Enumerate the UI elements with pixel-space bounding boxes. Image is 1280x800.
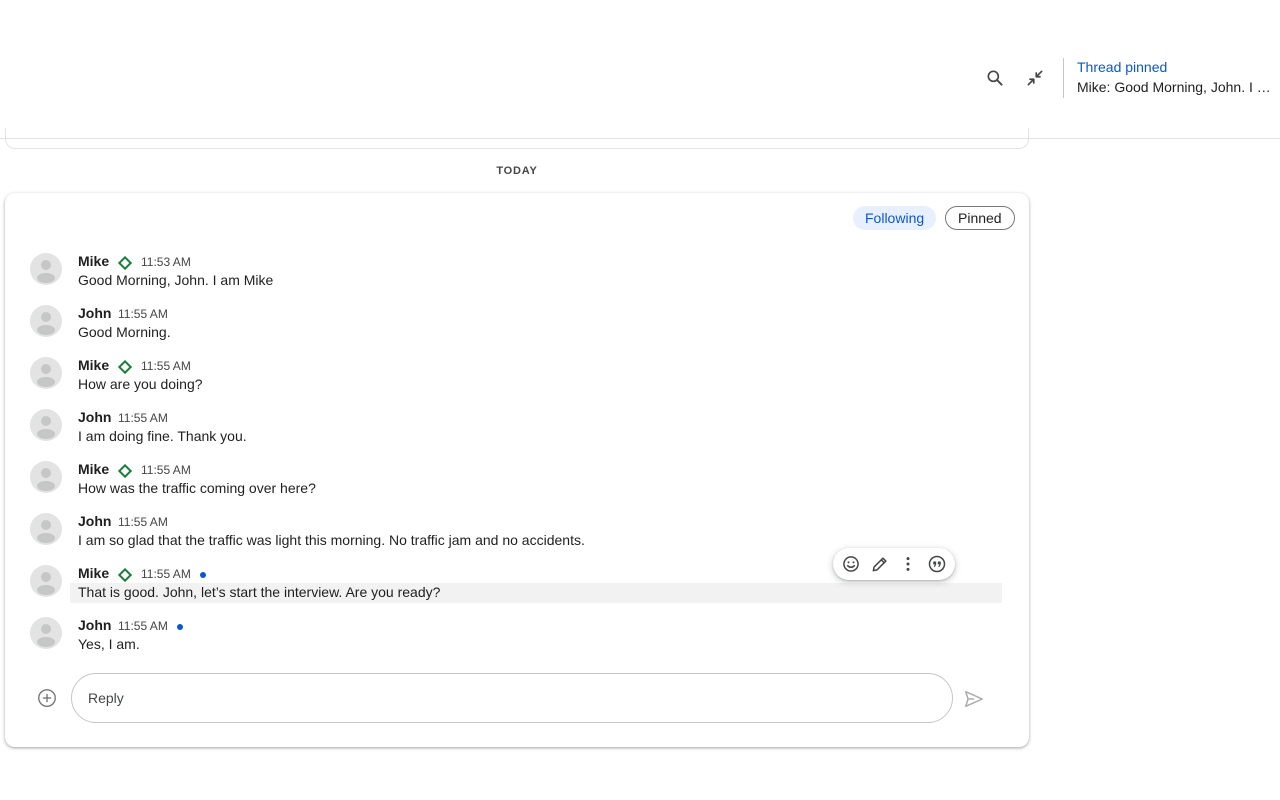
avatar[interactable] [30,617,62,649]
timestamp: 11:53 AM [141,255,191,269]
sender-name[interactable]: Mike [78,253,109,269]
avatar[interactable] [30,461,62,493]
send-button[interactable] [960,685,988,713]
pinned-chip[interactable]: Pinned [945,206,1015,230]
verified-diamond-icon [118,464,132,478]
message-text: How are you doing? [78,376,203,392]
timestamp: 11:55 AM [141,359,191,373]
timestamp: 11:55 AM [118,307,168,321]
message-body: How are you doing? [70,375,1002,395]
previous-thread-card [5,128,1029,149]
sender-name[interactable]: Mike [78,565,109,581]
reply-input[interactable] [71,673,953,723]
person-icon [37,416,55,439]
thread-card: Following Pinned Mike 11:53 AM Good Morn… [5,193,1029,747]
unread-dot [200,572,206,578]
message-body: Yes, I am. [70,635,1002,655]
avatar[interactable] [30,409,62,441]
message-body: I am doing fine. Thank you. [70,427,1002,447]
verified-diamond-icon [118,256,132,270]
collapse-arrows-icon [1027,70,1043,86]
sender-name[interactable]: John [78,409,111,425]
message-item[interactable]: Mike 11:55 AM That is good. John, let’s … [5,548,1029,611]
header-divider [1063,58,1064,98]
person-icon [37,364,55,387]
message-item[interactable]: Mike 11:53 AM Good Morning, John. I am M… [5,247,1029,299]
emoji-icon [843,556,860,572]
message-body: Good Morning, John. I am Mike [70,271,1002,291]
edit-button[interactable] [867,551,893,577]
message-item[interactable]: John 11:55 AM I am doing fine. Thank you… [5,403,1029,455]
avatar[interactable] [30,513,62,545]
edit-pencil-icon [872,557,887,572]
thread-pinned-title[interactable]: Thread pinned [1077,59,1167,75]
message-body: That is good. John, let’s start the inte… [70,583,1002,603]
message-text: I am so glad that the traffic was light … [78,532,585,548]
message-body: Good Morning. [70,323,1002,343]
search-icon [987,70,1003,86]
avatar[interactable] [30,305,62,337]
add-circle-icon [38,689,56,707]
message-actions-toolbar [833,548,955,580]
avatar[interactable] [30,253,62,285]
avatar[interactable] [30,357,62,389]
timestamp: 11:55 AM [118,619,168,633]
timestamp: 11:55 AM [141,463,191,477]
verified-diamond-icon [118,360,132,374]
add-reaction-button[interactable] [838,551,864,577]
person-icon [37,624,55,647]
quote-icon [928,555,945,573]
verified-diamond-icon [118,568,132,582]
more-options-button[interactable] [895,551,921,577]
message-text: How was the traffic coming over here? [78,480,316,496]
quote-reply-button[interactable] [924,551,950,577]
timestamp: 11:55 AM [118,411,168,425]
message-text: Good Morning. [78,324,171,340]
message-item[interactable]: Mike 11:55 AM How was the traffic coming… [5,455,1029,507]
message-item[interactable]: John 11:55 AM Yes, I am. [5,611,1029,663]
unread-dot [177,624,183,630]
message-body: How was the traffic coming over here? [70,479,1002,499]
search-button[interactable] [975,58,1015,98]
top-bar: Thread pinned Mike: Good Morning, John. … [0,0,1280,139]
timestamp: 11:55 AM [118,515,168,529]
message-text: Yes, I am. [78,636,140,652]
message-item[interactable]: Mike 11:55 AM How are you doing? [5,351,1029,403]
sender-name[interactable]: John [78,513,111,529]
more-vert-icon [906,557,910,571]
sender-name[interactable]: John [78,305,111,321]
message-text: I am doing fine. Thank you. [78,428,247,444]
sender-name[interactable]: Mike [78,461,109,477]
following-chip[interactable]: Following [853,206,937,230]
message-text: Good Morning, John. I am Mike [78,272,274,288]
avatar[interactable] [30,565,62,597]
message-text: That is good. John, let’s start the inte… [78,584,441,600]
person-icon [37,520,55,543]
person-icon [37,572,55,595]
add-attachment-button[interactable] [36,687,58,709]
timestamp: 11:55 AM [141,567,191,581]
person-icon [37,312,55,335]
person-icon [37,260,55,283]
message-item[interactable]: John 11:55 AM Good Morning. [5,299,1029,351]
sender-name[interactable]: Mike [78,357,109,373]
sender-name[interactable]: John [78,617,111,633]
collapse-button[interactable] [1015,58,1055,98]
person-icon [37,468,55,491]
thread-pinned-preview[interactable]: Mike: Good Morning, John. I am Mike [1077,79,1277,95]
date-divider: TODAY [496,165,538,177]
send-icon [965,690,983,708]
